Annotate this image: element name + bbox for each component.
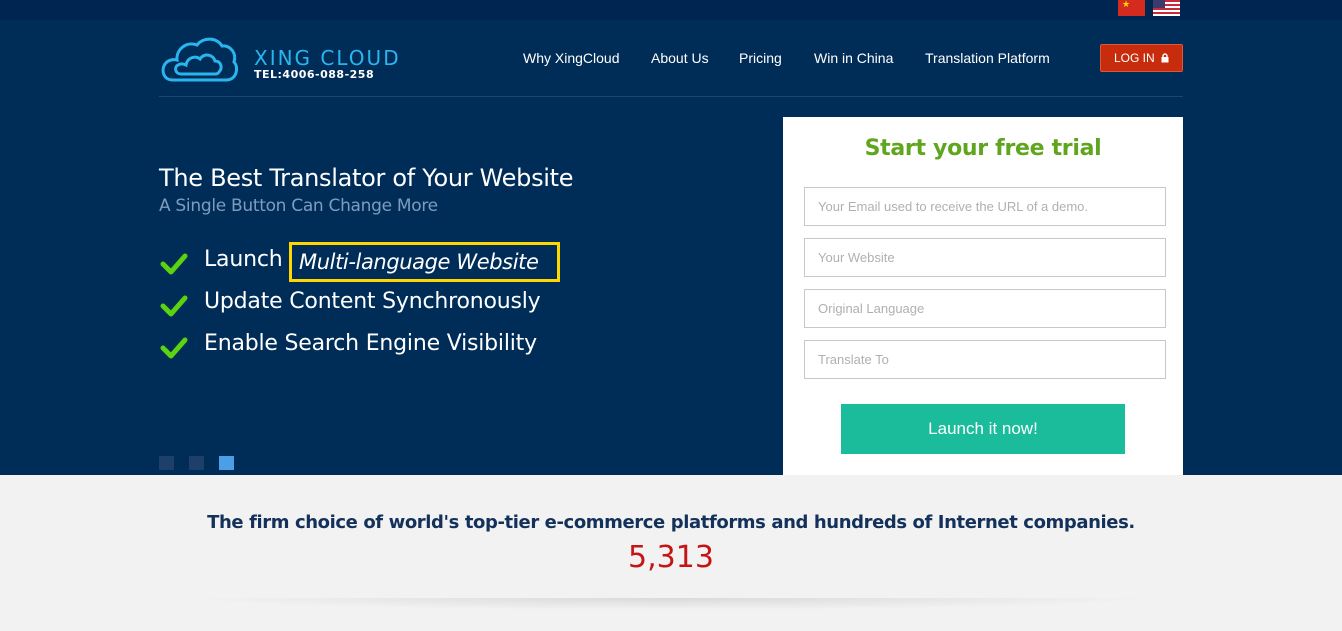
nav-about-us[interactable]: About Us — [651, 50, 709, 66]
band-shadow — [180, 598, 1160, 610]
flag-star-icon: ★ — [1122, 0, 1131, 10]
form-title: Start your free trial — [864, 136, 1102, 161]
flag-canton — [1153, 0, 1165, 8]
launch-button[interactable]: Launch it now! — [841, 404, 1125, 454]
checkmark-icon — [160, 295, 188, 317]
logo-phone: TEL:4006-088-258 — [254, 68, 375, 81]
nav-translation-platform[interactable]: Translation Platform — [925, 50, 1050, 66]
feature-update-content: Update Content Synchronously — [204, 289, 541, 314]
feature-search-visibility: Enable Search Engine Visibility — [204, 331, 537, 356]
login-label: LOG IN — [1113, 51, 1155, 65]
login-button[interactable]: LOG IN — [1100, 44, 1183, 72]
customer-counter: 5,313 — [628, 540, 714, 575]
nav-pricing[interactable]: Pricing — [739, 50, 782, 66]
china-flag-icon[interactable]: ★ — [1118, 0, 1145, 16]
slider-dot-2[interactable] — [189, 456, 204, 470]
slider-dot-3-active[interactable] — [219, 456, 234, 470]
hero-headline: The Best Translator of Your Website — [159, 164, 574, 192]
stats-tagline: The firm choice of world's top-tier e-co… — [207, 512, 1135, 533]
feature-launch-prefix: Launch — [204, 247, 283, 272]
website-field[interactable] — [804, 238, 1166, 277]
lock-icon — [1161, 53, 1169, 63]
cloud-logo-icon[interactable] — [159, 34, 239, 86]
nav-win-in-china[interactable]: Win in China — [814, 50, 893, 66]
header-divider — [159, 96, 1183, 97]
checkmark-icon — [160, 337, 188, 359]
translate-to-field[interactable] — [804, 340, 1166, 379]
checkmark-icon — [160, 253, 188, 275]
nav-why-xingcloud[interactable]: Why XingCloud — [523, 50, 620, 66]
feature-highlight: Multi-language Website — [289, 242, 560, 282]
hero-subheadline: A Single Button Can Change More — [159, 196, 438, 216]
logo-name[interactable]: XING CLOUD — [254, 46, 401, 70]
email-field[interactable] — [804, 187, 1166, 226]
original-language-field[interactable] — [804, 289, 1166, 328]
trial-form: Start your free trial Launch it now! — [783, 117, 1183, 475]
usa-flag-icon[interactable] — [1153, 0, 1180, 16]
slider-dot-1[interactable] — [159, 456, 174, 470]
